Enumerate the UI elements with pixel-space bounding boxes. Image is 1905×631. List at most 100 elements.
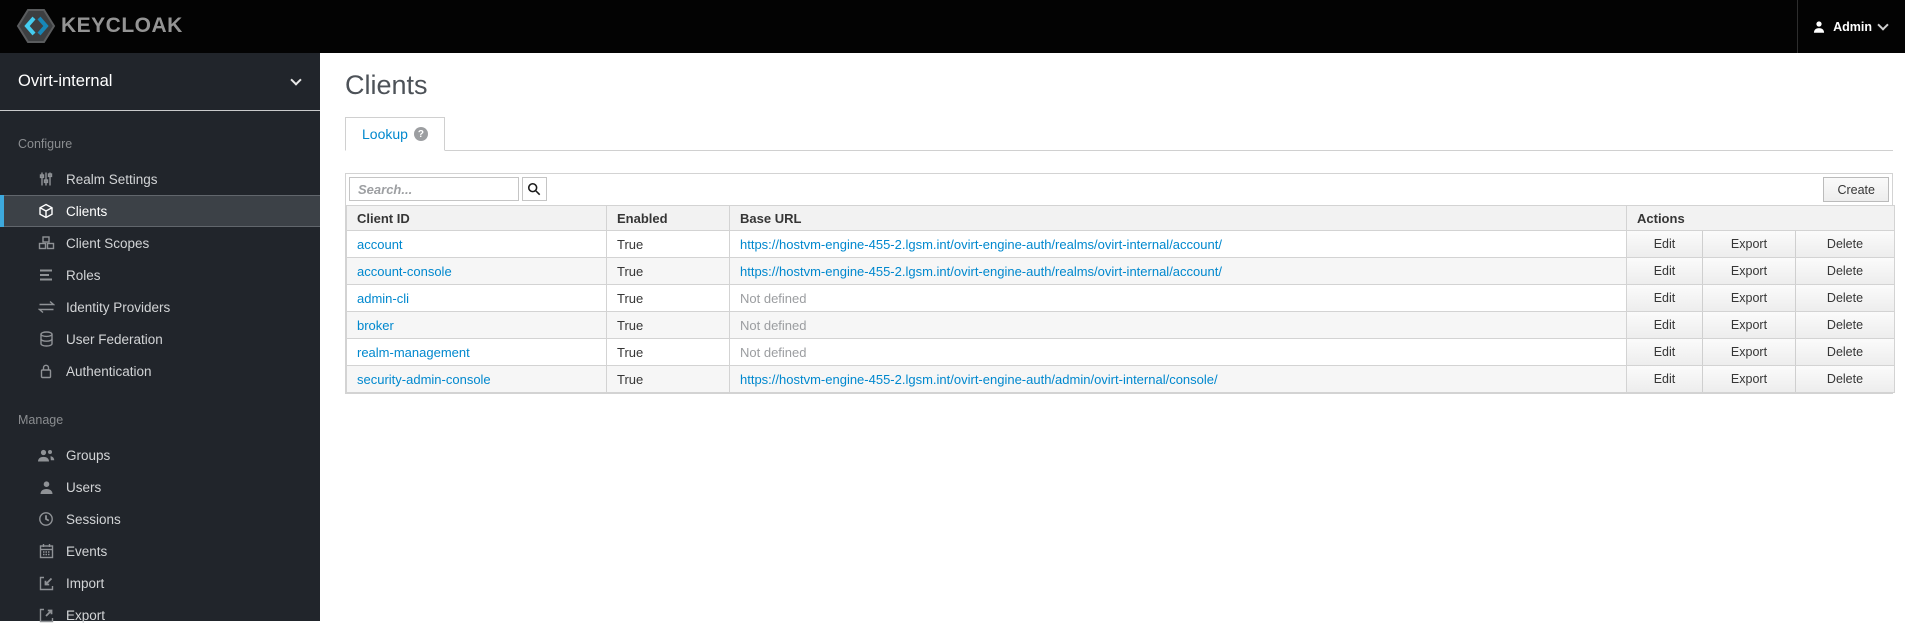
realm-selector[interactable]: Ovirt-internal [0,53,320,111]
main-content: Clients Lookup ? Create Client IDEnabled… [320,53,1905,621]
clients-table: Client ID Enabled Base URL Actions account T… [346,205,1895,393]
sidebar-item-export[interactable]: Export [0,599,320,631]
client-id-link[interactable]: account [357,237,403,252]
sidebar-item-roles[interactable]: Roles [0,259,320,291]
cube-icon [37,203,55,220]
client-id-cell: account [346,230,607,258]
client-id-link[interactable]: security-admin-console [357,372,491,387]
edit-button[interactable]: Edit [1627,231,1702,257]
brand-text: KEYCLOAK [61,14,183,37]
enabled-cell: True [606,284,730,312]
topbar: KEYCLOAK Admin [0,0,1905,53]
user-icon [37,479,55,496]
tab-lookup-label: Lookup [362,126,408,142]
sidebar-item-label: Client Scopes [66,235,150,251]
client-id-link[interactable]: admin-cli [357,291,409,306]
sidebar-item-user-federation[interactable]: User Federation [0,323,320,355]
sidebar-item-groups[interactable]: Groups [0,439,320,471]
users-icon [37,447,55,464]
sidebar-item-users[interactable]: Users [0,471,320,503]
export-button[interactable]: Export [1702,339,1795,365]
cubes-icon [37,235,55,252]
base-url-not-defined: Not defined [740,344,807,360]
list-icon [37,267,55,284]
sidebar-item-label: Export [66,607,106,623]
actions-cell: Edit Export Delete [1626,338,1895,366]
enabled-cell: True [606,365,730,393]
sidebar: Ovirt-internal Configure Realm Settings Cl… [0,53,320,623]
delete-button[interactable]: Delete [1795,258,1894,284]
enabled-cell: True [606,257,730,285]
sidebar-item-import[interactable]: Import [0,567,320,599]
tab-lookup[interactable]: Lookup ? [345,117,445,151]
client-id-link[interactable]: account-console [357,264,452,279]
user-icon [1814,20,1825,33]
search-icon [528,182,541,196]
table-row: account True https://hostvm-engine-455-2.l… [346,230,1895,258]
realm-name: Ovirt-internal [18,72,113,90]
sidebar-item-label: Import [66,575,105,591]
base-url-link[interactable]: https://hostvm-engine-455-2.lgsm.int/ovi… [740,372,1218,387]
sidebar-item-label: Users [66,479,102,495]
sidebar-item-realm-settings[interactable]: Realm Settings [0,163,320,195]
delete-button[interactable]: Delete [1795,285,1894,311]
clients-panel: Create Client IDEnabledBase URLActions a… [345,173,1895,394]
actions-cell: Edit Export Delete [1626,311,1895,339]
sidebar-item-events[interactable]: Events [0,535,320,567]
client-id-link[interactable]: broker [357,318,394,333]
base-url-cell: Not defined [729,311,1627,339]
calendar-icon [37,543,55,560]
edit-button[interactable]: Edit [1627,258,1702,284]
edit-button[interactable]: Edit [1627,339,1702,365]
search-button[interactable] [521,177,547,201]
delete-button[interactable]: Delete [1795,312,1894,338]
edit-button[interactable]: Edit [1627,312,1702,338]
nav-section-configure: Configure Realm Settings Clients Client Sco… [0,125,320,387]
export-button[interactable]: Export [1702,258,1795,284]
client-id-cell: admin-cli [346,284,607,312]
export-button[interactable]: Export [1702,231,1795,257]
actions-cell: Edit Export Delete [1626,257,1895,285]
sidebar-item-identity-providers[interactable]: Identity Providers [0,291,320,323]
keycloak-logo[interactable]: KEYCLOAK [16,8,183,44]
delete-button[interactable]: Delete [1795,231,1894,257]
chevron-down-icon [290,73,302,86]
client-id-cell: account-console [346,257,607,285]
exchange-icon [37,299,55,316]
edit-button[interactable]: Edit [1627,366,1702,392]
sidebar-item-sessions[interactable]: Sessions [0,503,320,535]
export-button[interactable]: Export [1702,312,1795,338]
nav-section-label: Manage [18,413,64,427]
database-icon [37,331,55,348]
sidebar-item-client-scopes[interactable]: Client Scopes [0,227,320,259]
export-button[interactable]: Export [1702,366,1795,392]
question-icon[interactable]: ? [413,127,428,141]
sidebar-item-clients[interactable]: Clients [0,195,320,227]
user-menu[interactable]: Admin [1797,0,1905,53]
table-row: account-console True https://hostvm-engine… [346,257,1895,285]
delete-button[interactable]: Delete [1795,339,1894,365]
search-input[interactable] [349,177,519,201]
client-id-cell: broker [346,311,607,339]
sidebar-item-label: Events [66,543,108,559]
sidebar-item-label: Identity Providers [66,299,171,315]
actions-cell: Edit Export Delete [1626,230,1895,258]
sidebar-item-label: Realm Settings [66,171,158,187]
table-toolbar: Create [346,174,1892,205]
clock-icon [37,511,55,528]
delete-button[interactable]: Delete [1795,366,1894,392]
actions-cell: Edit Export Delete [1626,365,1895,393]
edit-button[interactable]: Edit [1627,285,1702,311]
table-header-row: Client ID Enabled Base URL Actions [346,205,1895,231]
sidebar-item-authentication[interactable]: Authentication [0,355,320,387]
base-url-link[interactable]: https://hostvm-engine-455-2.lgsm.int/ovi… [740,264,1222,279]
export-button[interactable]: Export [1702,285,1795,311]
base-url-link[interactable]: https://hostvm-engine-455-2.lgsm.int/ovi… [740,237,1222,252]
actions-cell: Edit Export Delete [1626,284,1895,312]
column-header-enabled: Enabled [606,205,730,231]
create-button[interactable]: Create [1823,177,1889,202]
client-id-cell: security-admin-console [346,365,607,393]
sidebar-nav: Configure Realm Settings Clients Client Sco… [0,125,320,631]
nav-section-label: Configure [18,137,73,151]
client-id-link[interactable]: realm-management [357,345,470,360]
